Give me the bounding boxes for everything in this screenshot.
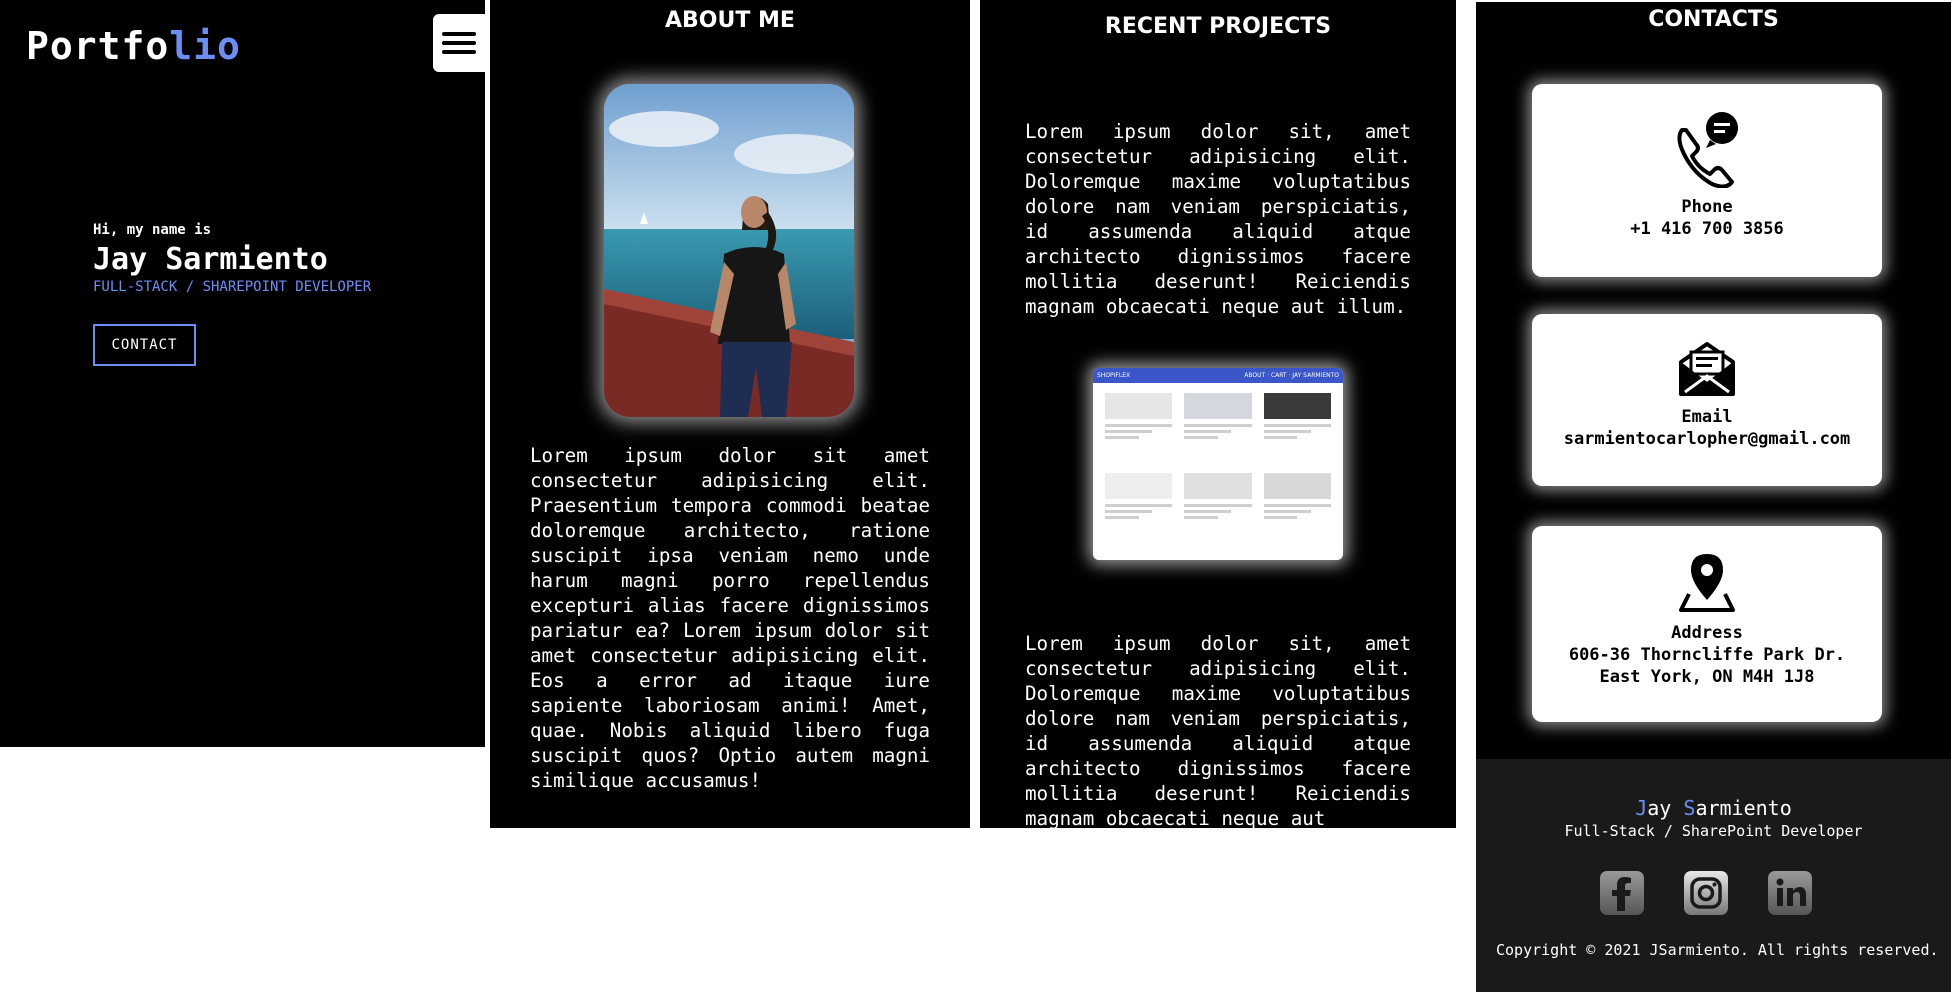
phone-value: +1 416 700 3856 [1630, 219, 1784, 239]
product-card [1184, 393, 1252, 465]
email-icon [1679, 342, 1735, 396]
about-text: Lorem ipsum dolor sit amet consectetur a… [530, 444, 930, 792]
project-description-1: Lorem ipsum dolor sit, amet consectetur … [1025, 120, 1411, 318]
product-card [1184, 473, 1252, 545]
contacts-title: CONTACTS [1648, 7, 1779, 32]
social-links [1600, 871, 1812, 915]
footer-name: Jay Sarmiento [1635, 796, 1792, 820]
menu-icon-bar [442, 32, 476, 36]
contact-button[interactable]: CONTACT [93, 324, 196, 366]
hamburger-menu-button[interactable] [433, 14, 485, 72]
address-card[interactable]: Address 606-36 Thorncliffe Park Dr. East… [1532, 526, 1882, 722]
location-pin-icon [1679, 554, 1735, 612]
email-card[interactable]: Email sarmientocarlopher@gmail.com [1532, 314, 1882, 486]
project-brand: SHOPIFLEX [1097, 372, 1131, 379]
hero-panel: Portfolio Hi, my name is Jay Sarmiento F… [0, 0, 485, 747]
greeting: Hi, my name is [93, 222, 212, 238]
product-card [1105, 473, 1173, 545]
project-screenshot[interactable]: SHOPIFLEX ABOUT · CART · JAY SARMIENTO [1093, 368, 1343, 560]
menu-icon-bar [442, 50, 476, 54]
hero-role: FULL-STACK / SHAREPOINT DEVELOPER [93, 279, 372, 295]
linkedin-icon[interactable] [1768, 871, 1812, 915]
contacts-panel: CONTACTS Phone +1 416 700 3856 Email sar… [1476, 2, 1951, 992]
footer: Jay Sarmiento Full-Stack / SharePoint De… [1476, 759, 1951, 992]
logo[interactable]: Portfolio [26, 24, 241, 68]
product-card [1263, 473, 1331, 545]
project-description-2: Lorem ipsum dolor sit, amet consectetur … [1025, 632, 1411, 828]
projects-panel: RECENT PROJECTS Lorem ipsum dolor sit, a… [980, 0, 1456, 828]
hero-name: Jay Sarmiento [93, 242, 328, 277]
phone-label: Phone [1681, 197, 1733, 217]
address-line-1: 606-36 Thorncliffe Park Dr. [1568, 645, 1846, 665]
address-line-2: East York, ON M4H 1J8 [1599, 667, 1815, 687]
about-title: ABOUT ME [665, 8, 795, 33]
phone-card[interactable]: Phone +1 416 700 3856 [1532, 84, 1882, 277]
address-label: Address [1671, 623, 1743, 643]
phone-chat-icon [1677, 112, 1738, 188]
profile-photo [604, 84, 854, 417]
copyright: Copyright © 2021 JSarmiento. All rights … [1496, 941, 1939, 959]
product-grid [1093, 383, 1343, 555]
about-panel: ABOUT ME Lorem ipsum dolor sit amet cons… [490, 0, 970, 828]
footer-role: Full-Stack / SharePoint Developer [1564, 822, 1863, 840]
email-label: Email [1681, 407, 1733, 427]
project-screenshot-navbar: SHOPIFLEX ABOUT · CART · JAY SARMIENTO [1093, 368, 1343, 383]
menu-icon-bar [442, 41, 476, 45]
product-card [1105, 393, 1173, 465]
projects-title: RECENT PROJECTS [1104, 14, 1332, 39]
facebook-icon[interactable] [1600, 871, 1644, 915]
logo-main: Portfo [26, 24, 170, 68]
instagram-icon[interactable] [1684, 871, 1728, 915]
hero-intro: Hi, my name is Jay Sarmiento FULL-STACK … [93, 222, 371, 295]
project-nav: ABOUT · CART · JAY SARMIENTO [1244, 372, 1339, 379]
email-value: sarmientocarlopher@gmail.com [1563, 429, 1851, 449]
product-card [1263, 393, 1331, 465]
logo-accent: lio [169, 24, 241, 68]
